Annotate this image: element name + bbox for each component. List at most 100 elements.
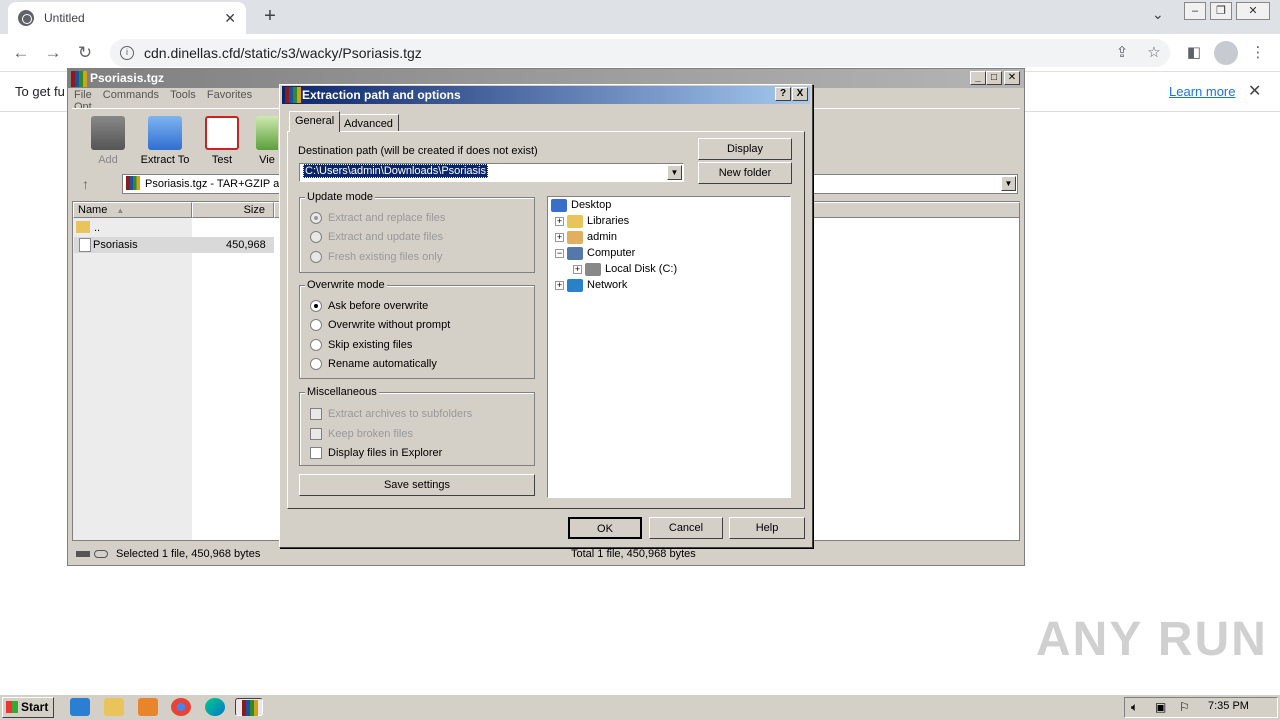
expand-icon[interactable]: + <box>555 216 564 226</box>
radio-extract-update[interactable]: Extract and update files <box>310 230 443 244</box>
back-arrow-icon[interactable]: ← <box>10 42 32 64</box>
display-button[interactable]: Display <box>698 138 792 160</box>
start-button[interactable]: Start <box>2 697 54 718</box>
learn-more-link[interactable]: Learn more <box>1169 84 1235 99</box>
system-tray: 🔈︎ ▣ ⚐ <box>1124 697 1278 718</box>
browser-tab[interactable]: Untitled ✕ <box>8 2 246 34</box>
chevron-down-icon[interactable]: ⌄ <box>1152 6 1164 23</box>
share-icon[interactable]: ⇪ <box>1112 43 1132 63</box>
winrar-icon <box>285 87 301 103</box>
list-item[interactable]: Psoriasis 450,968 <box>74 237 274 253</box>
tree-node-local-disk[interactable]: + Local Disk (C:) <box>573 261 677 277</box>
help-button[interactable]: Help <box>729 517 805 539</box>
flag-icon[interactable]: ⚐ <box>1179 698 1190 717</box>
star-icon[interactable]: ☆ <box>1144 43 1164 63</box>
chrome-icon[interactable] <box>171 698 191 716</box>
edge-icon[interactable] <box>205 698 225 716</box>
close-icon[interactable]: ✕ <box>1248 81 1261 101</box>
explorer-icon[interactable] <box>104 698 124 716</box>
dropdown-arrow-icon[interactable]: ▼ <box>667 165 682 180</box>
speaker-icon[interactable]: 🔈︎ <box>1131 698 1138 717</box>
reload-icon[interactable]: ↻ <box>74 42 96 64</box>
collapse-icon[interactable]: − <box>555 248 564 258</box>
save-settings-button[interactable]: Save settings <box>299 474 535 496</box>
radio-rename-auto[interactable]: Rename automatically <box>310 357 437 371</box>
tree-node-desktop[interactable]: Desktop <box>551 197 611 213</box>
name-column-shade <box>73 218 192 540</box>
tree-node-libraries[interactable]: + Libraries <box>555 213 629 229</box>
radio-overwrite-no-prompt[interactable]: Overwrite without prompt <box>310 318 450 332</box>
hard-drive-icon <box>585 262 601 276</box>
dropdown-arrow-icon[interactable]: ▼ <box>1001 176 1016 191</box>
close-tab-icon[interactable]: ✕ <box>224 10 236 27</box>
checkbox-display-explorer[interactable]: Display files in Explorer <box>310 446 442 460</box>
menu-file[interactable]: File <box>74 89 92 101</box>
ie-icon[interactable] <box>70 698 90 716</box>
media-player-icon[interactable] <box>138 698 158 716</box>
misc-label: Miscellaneous <box>305 386 379 398</box>
winrar-taskbar-button[interactable] <box>235 698 263 716</box>
up-arrow-icon[interactable]: ↑ <box>82 176 89 192</box>
tree-node-network[interactable]: + Network <box>555 277 627 293</box>
expand-icon[interactable]: + <box>555 232 564 242</box>
computer-icon <box>567 246 583 260</box>
new-folder-button[interactable]: New folder <box>698 162 792 184</box>
network-tray-icon[interactable]: ▣ <box>1155 698 1166 717</box>
tab-advanced[interactable]: Advanced <box>338 114 399 132</box>
list-item[interactable]: .. <box>76 220 272 236</box>
rar-minimize-button[interactable]: _ <box>970 71 986 85</box>
clock: 7:35 PM <box>1208 700 1249 712</box>
test-icon <box>205 116 239 150</box>
extract-to-button[interactable]: Extract To <box>133 116 197 166</box>
expand-icon[interactable]: + <box>555 280 564 290</box>
tab-general[interactable]: General <box>289 111 341 132</box>
cancel-button[interactable]: Cancel <box>649 517 723 539</box>
add-button[interactable]: Add <box>76 116 140 166</box>
ok-button[interactable]: OK <box>568 517 642 539</box>
tab-title: Untitled <box>44 11 85 25</box>
tree-node-admin[interactable]: + admin <box>555 229 617 245</box>
desktop-icon <box>551 198 567 212</box>
forward-arrow-icon[interactable]: → <box>42 42 64 64</box>
add-icon <box>91 116 125 150</box>
destination-path-text: C:\Users\admin\Downloads\Psoriasis <box>303 164 488 178</box>
rar-maximize-button[interactable]: □ <box>986 71 1002 85</box>
view-icon <box>256 116 278 150</box>
url-input[interactable]: i cdn.dinellas.cfd/static/s3/wacky/Psori… <box>110 39 1170 67</box>
new-tab-button[interactable]: + <box>258 4 282 28</box>
key-icon <box>94 550 108 558</box>
column-header-size[interactable]: Size <box>192 202 274 218</box>
archive-icon <box>126 176 140 190</box>
close-window-button[interactable]: ✕ <box>1236 2 1270 20</box>
info-bar-text: To get fu <box>15 84 65 99</box>
rar-close-button[interactable]: ✕ <box>1004 71 1020 85</box>
taskbar <box>0 694 1280 720</box>
menu-commands[interactable]: Commands <box>103 89 159 101</box>
radio-skip-existing[interactable]: Skip existing files <box>310 338 412 352</box>
destination-path-input[interactable]: C:\Users\admin\Downloads\Psoriasis ▼ <box>299 163 684 182</box>
radio-extract-replace[interactable]: Extract and replace files <box>310 211 445 225</box>
menu-tools[interactable]: Tools <box>170 89 196 101</box>
winrar-menu-bar: File Commands Tools Favorites Opt <box>70 89 280 113</box>
sidepanel-icon[interactable]: ◧ <box>1184 43 1204 63</box>
checkbox-keep-broken[interactable]: Keep broken files <box>310 427 413 441</box>
column-header-name[interactable]: Name ▲ <box>73 202 192 218</box>
menu-favorites[interactable]: Favorites <box>207 89 252 101</box>
radio-ask-overwrite[interactable]: Ask before overwrite <box>310 299 428 313</box>
dialog-close-button[interactable]: X <box>792 87 808 101</box>
checkbox-extract-subfolders[interactable]: Extract archives to subfolders <box>310 407 472 421</box>
dialog-title-bar[interactable]: Extraction path and options <box>282 86 810 104</box>
info-icon[interactable]: i <box>120 46 134 60</box>
folder-icon <box>148 116 182 150</box>
restore-window-button[interactable]: ❐ <box>1210 2 1232 20</box>
folder-icon <box>76 221 90 233</box>
tree-node-computer[interactable]: − Computer <box>555 245 635 261</box>
network-icon <box>567 278 583 292</box>
radio-fresh-existing[interactable]: Fresh existing files only <box>310 250 442 264</box>
view-button[interactable]: Vie <box>242 116 278 166</box>
avatar[interactable] <box>1214 41 1238 65</box>
minimize-window-button[interactable]: – <box>1184 2 1206 20</box>
expand-icon[interactable]: + <box>573 264 582 274</box>
kebab-menu-icon[interactable]: ⋮ <box>1248 43 1268 63</box>
dialog-help-button[interactable]: ? <box>775 87 791 101</box>
